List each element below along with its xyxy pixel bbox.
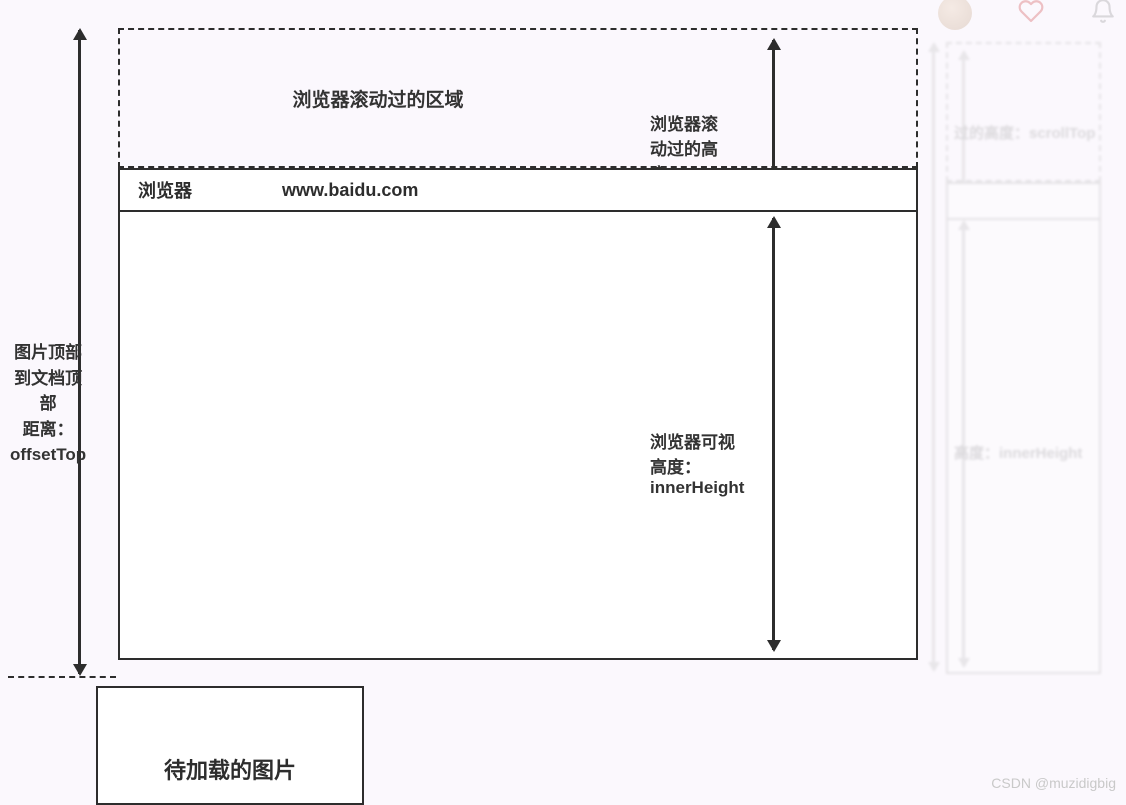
arrow-innerheight (772, 218, 775, 650)
pending-image-label: 待加载的图片 (164, 753, 296, 803)
ghost-browser-header (948, 184, 1099, 220)
offsettop-label-line2: 距离：offsetTop (10, 417, 86, 468)
scrolled-area-label: 浏览器滚动过的区域 (120, 30, 636, 166)
offsettop-label-line1: 图片顶部到文档顶部 (10, 340, 86, 417)
browser-label: 浏览器 (138, 177, 192, 203)
offsettop-label: 图片顶部到文档顶部 距离：offsetTop (10, 340, 86, 468)
ghost-diagram: 过的高度：scrollTop 高度：innerHeight (916, 0, 1126, 720)
ghost-scrolltop-label: 过的高度：scrollTop (954, 122, 1095, 143)
browser-url: www.baidu.com (282, 180, 418, 201)
ghost-arrow-offsettop (932, 44, 935, 670)
browser-header: 浏览器 www.baidu.com (120, 170, 916, 212)
ghost-browser-box (946, 182, 1101, 674)
ghost-scrolled-area (946, 42, 1101, 182)
offset-baseline (8, 676, 116, 678)
scrolled-area-box: 浏览器滚动过的区域 (118, 28, 918, 168)
pending-image-box: 待加载的图片 (96, 686, 364, 805)
watermark: CSDN @muzidigbig (991, 775, 1116, 791)
innerheight-label: 浏览器可视高度：innerHeight (650, 428, 744, 498)
ghost-innerheight-label: 高度：innerHeight (954, 442, 1082, 463)
browser-viewport-box: 浏览器 www.baidu.com (118, 168, 918, 660)
